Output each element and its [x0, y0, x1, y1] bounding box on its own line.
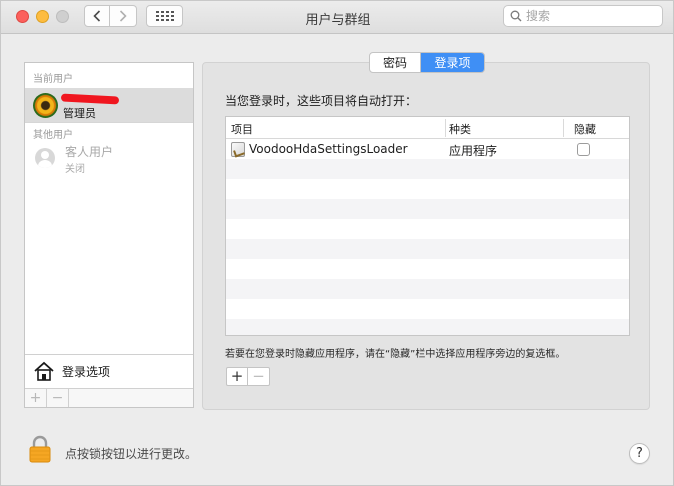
login-options-item[interactable]: 登录选项	[25, 354, 193, 387]
search-input[interactable]	[526, 9, 651, 23]
table-row-empty	[226, 219, 629, 239]
current-users-label: 当前用户	[33, 74, 73, 85]
house-icon	[34, 361, 54, 381]
guest-status: 关闭	[65, 164, 85, 175]
search-field[interactable]	[503, 5, 663, 27]
remove-login-item-button[interactable]: −	[248, 368, 269, 385]
table-row[interactable]: VoodooHdaSettingsLoader 应用程序	[226, 139, 629, 159]
user-list: 当前用户 管理员 其他用户 客人用户 关闭 登录选项 + −	[24, 62, 194, 408]
redacted-username	[60, 93, 120, 105]
column-header-kind[interactable]: 种类	[449, 121, 471, 137]
item-name: VoodooHdaSettingsLoader	[249, 142, 408, 156]
column-separator	[445, 119, 446, 137]
guest-avatar	[35, 148, 55, 168]
add-remove-control: + −	[226, 367, 270, 386]
table-row-empty	[226, 159, 629, 179]
user-role: 管理员	[63, 107, 96, 120]
preferences-window: 用户与群组 当前用户 管理员 其他用户 客人用户 关闭 登录选项 +	[0, 0, 674, 486]
column-separator	[563, 119, 564, 137]
table-row-empty	[226, 299, 629, 319]
table-row-empty	[226, 179, 629, 199]
table-row-empty	[226, 259, 629, 279]
lock-icon[interactable]	[29, 435, 51, 463]
hide-hint-text: 若要在您登录时隐藏应用程序，请在“隐藏”栏中选择应用程序旁边的复选框。	[225, 349, 566, 360]
lock-hint-text: 点按锁按钮以进行更改。	[65, 447, 198, 461]
user-item-admin[interactable]: 管理员	[25, 88, 193, 122]
table-row-empty	[226, 239, 629, 259]
item-kind: 应用程序	[449, 144, 498, 158]
login-items-intro: 当您登录时，这些项目将自动打开：	[225, 94, 418, 108]
column-header-item[interactable]: 项目	[231, 121, 253, 137]
hide-checkbox[interactable]	[577, 143, 590, 156]
tab-login-items[interactable]: 登录项	[421, 53, 484, 72]
remove-user-button[interactable]: −	[47, 389, 69, 407]
divider	[25, 122, 193, 123]
table-header: 项目 种类 隐藏	[226, 117, 629, 139]
add-user-button[interactable]: +	[25, 389, 47, 407]
add-login-item-button[interactable]: +	[227, 368, 248, 385]
app-icon	[231, 142, 245, 157]
tab-bar: 密码 登录项	[369, 52, 485, 73]
table-row-empty	[226, 319, 629, 335]
help-button[interactable]: ?	[629, 443, 650, 464]
user-list-footer: + −	[25, 388, 193, 407]
search-icon	[510, 10, 522, 22]
table-row-empty	[226, 279, 629, 299]
titlebar: 用户与群组	[1, 1, 673, 34]
avatar	[33, 93, 58, 118]
user-item-guest[interactable]: 客人用户	[65, 143, 113, 160]
table-row-empty	[226, 199, 629, 219]
login-items-table: 项目 种类 隐藏 VoodooHdaSettingsLoader 应用程序	[225, 116, 630, 336]
other-users-label: 其他用户	[33, 130, 73, 141]
tab-password[interactable]: 密码	[370, 53, 421, 72]
column-header-hide[interactable]: 隐藏	[574, 121, 596, 137]
login-options-label: 登录选项	[62, 364, 111, 379]
